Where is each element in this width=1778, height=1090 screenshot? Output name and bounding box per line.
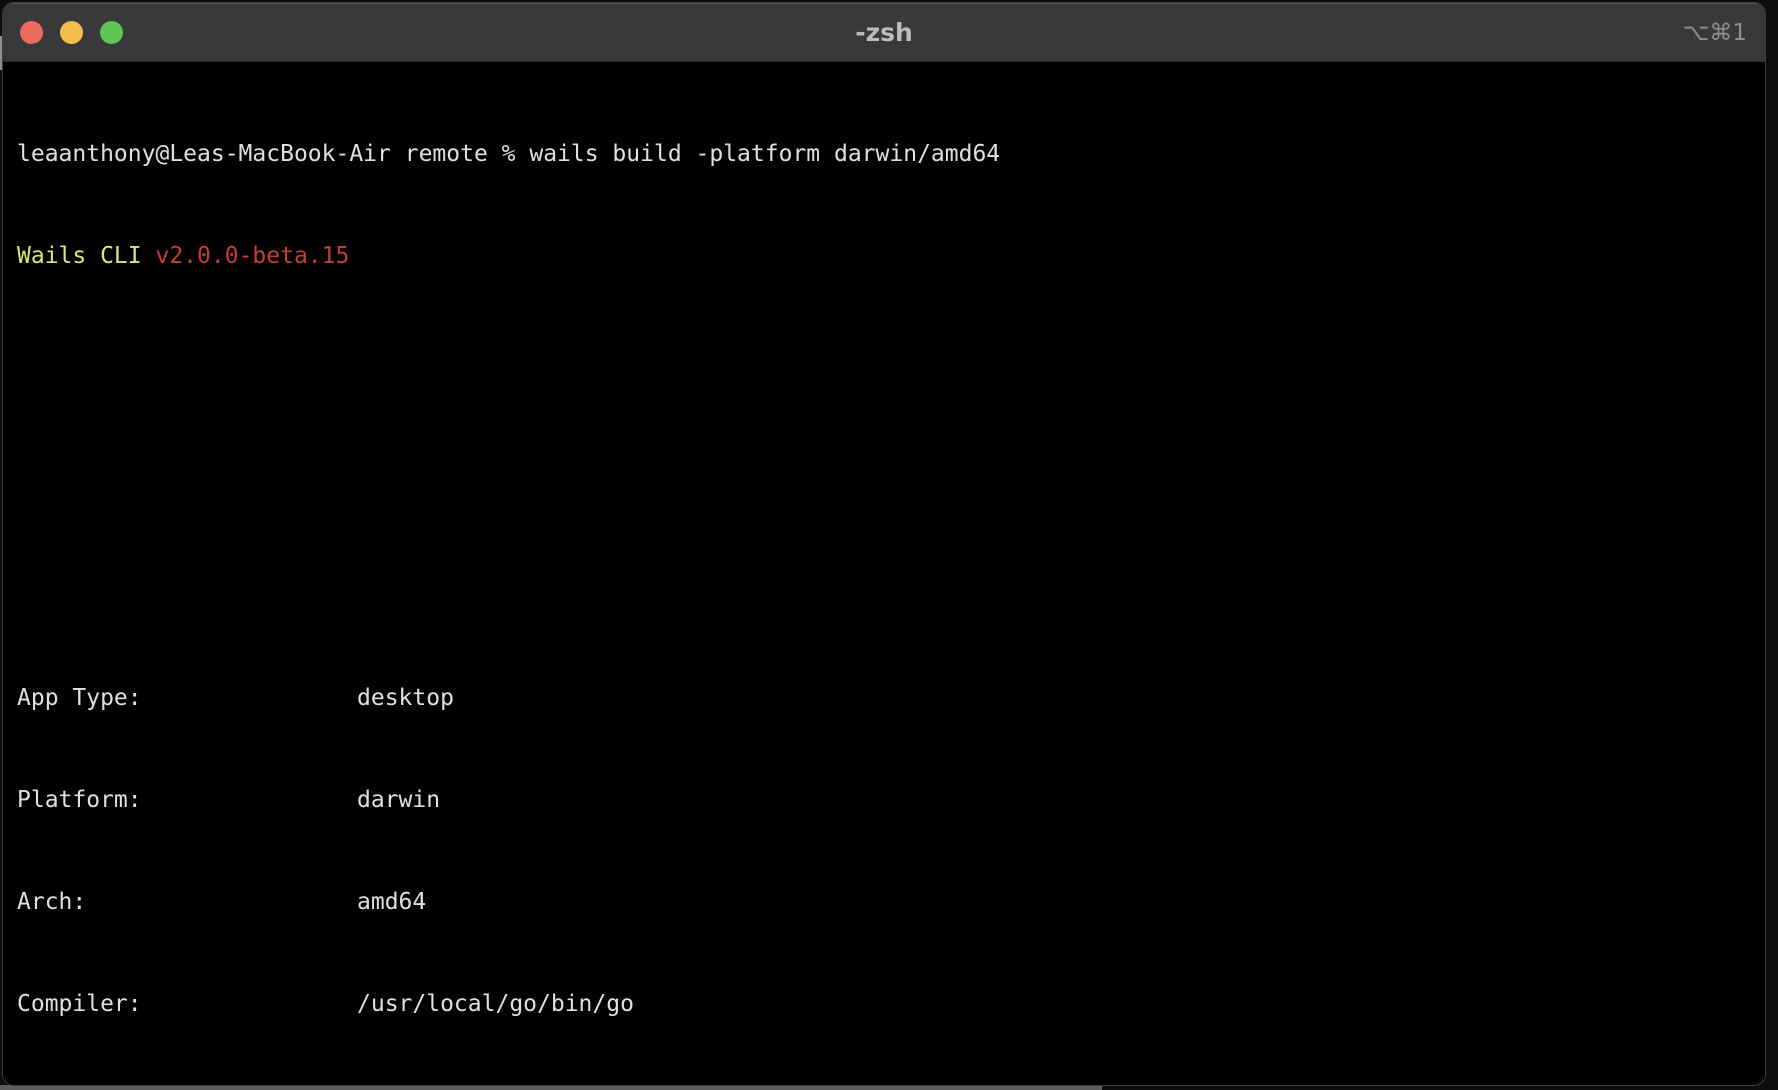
config-value: amd64 <box>357 889 426 915</box>
zoom-button[interactable] <box>100 21 123 44</box>
close-button[interactable] <box>20 21 43 44</box>
terminal-window: -zsh ⌥⌘1 leaanthony@Leas-MacBook-Air rem… <box>2 2 1766 1086</box>
window-title: -zsh <box>3 18 1765 47</box>
blank-line <box>17 443 1765 477</box>
config-value: desktop <box>357 685 454 711</box>
cli-version: v2.0.0-beta.15 <box>155 243 349 269</box>
config-label: Arch: <box>17 885 357 919</box>
cli-banner: Wails CLI v2.0.0-beta.15 <box>17 239 1765 273</box>
config-label: Platform: <box>17 783 357 817</box>
config-label: Compiler: <box>17 987 357 1021</box>
terminal-screen[interactable]: leaanthony@Leas-MacBook-Air remote % wai… <box>3 62 1765 1086</box>
config-value: /usr/local/go/bin/go <box>357 991 634 1017</box>
blank-line <box>17 545 1765 579</box>
config-row: Platform:darwin <box>17 783 1765 817</box>
config-row: App Type:desktop <box>17 681 1765 715</box>
config-label: App Type: <box>17 681 357 715</box>
blank-line <box>17 341 1765 375</box>
config-row: Compiler:/usr/local/go/bin/go <box>17 987 1765 1021</box>
config-value: darwin <box>357 787 440 813</box>
minimize-button[interactable] <box>60 21 83 44</box>
titlebar[interactable]: -zsh ⌥⌘1 <box>3 3 1765 62</box>
cli-name: Wails CLI <box>17 243 155 269</box>
config-row: Arch:amd64 <box>17 885 1765 919</box>
command-line: leaanthony@Leas-MacBook-Air remote % wai… <box>17 137 1765 171</box>
tab-shortcut-hint: ⌥⌘1 <box>1683 20 1765 46</box>
traffic-lights <box>3 21 123 44</box>
